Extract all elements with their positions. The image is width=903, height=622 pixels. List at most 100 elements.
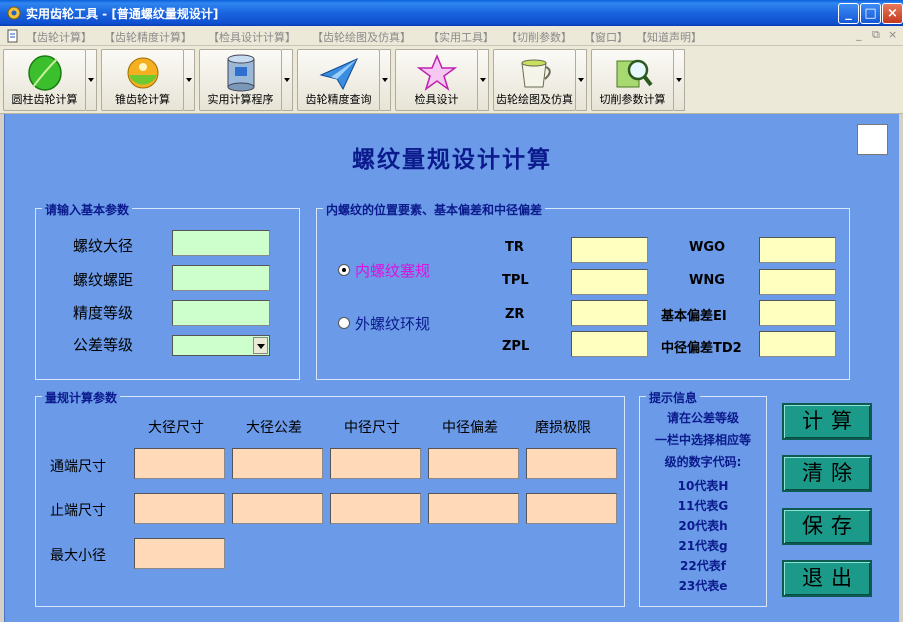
toolbar-dropdown-1[interactable] [86, 49, 97, 111]
toolbar-spur-gear-button[interactable]: 圆柱齿轮计算 [3, 49, 86, 111]
gauge-params-legend: 量规计算参数 [42, 389, 121, 406]
close-button[interactable]: × [882, 3, 903, 24]
save-button[interactable]: 保存 [782, 508, 872, 545]
app-icon [7, 6, 21, 20]
hint-line-5: 11代表G [677, 499, 729, 513]
minimize-button[interactable]: _ [838, 3, 859, 24]
tpl-input[interactable] [571, 269, 648, 295]
nogo-major-diameter-input[interactable] [134, 493, 225, 524]
wng-label: WNG [689, 273, 725, 288]
page-title: 螺纹量规设计计算 [352, 146, 552, 173]
toolbar-dropdown-2[interactable] [184, 49, 195, 111]
tpl-label: TPL [502, 273, 529, 288]
toolbar-cutting-params-button[interactable]: 切削参数计算 [591, 49, 674, 111]
menu-gear-calc[interactable]: 【齿轮计算】 [26, 29, 92, 45]
col-wear-limit: 磨损极限 [535, 420, 591, 436]
wgo-input[interactable] [759, 237, 836, 263]
toolbar-dropdown-3[interactable] [282, 49, 293, 111]
database-icon [227, 54, 254, 92]
ring-gauge-radio[interactable] [338, 317, 350, 329]
document-icon[interactable] [6, 29, 20, 43]
thread-pitch-label: 螺纹螺距 [73, 271, 134, 289]
menu-window[interactable]: 【窗口】 [584, 29, 628, 45]
toolbar-gear-precision-button[interactable]: 齿轮精度查询 [297, 49, 380, 111]
menu-cutting[interactable]: 【切削参数】 [506, 29, 572, 45]
toolbar-dropdown-7[interactable] [674, 49, 685, 111]
nogo-pitch-deviation-input[interactable] [428, 493, 519, 524]
zpl-label: ZPL [502, 339, 530, 354]
nogo-major-tolerance-input[interactable] [232, 493, 323, 524]
clear-button[interactable]: 清除 [782, 455, 872, 492]
go-major-diameter-input[interactable] [134, 448, 225, 479]
toolbar-calc-program-button[interactable]: 实用计算程序 [199, 49, 282, 111]
pitch-deviation-td2-input[interactable] [759, 331, 836, 357]
col-major-diameter: 大径尺寸 [148, 420, 204, 436]
hint-line-6: 20代表h [678, 519, 728, 533]
toolbar-bevel-gear-button[interactable]: 锥齿轮计算 [101, 49, 184, 111]
tr-label: TR [505, 240, 524, 255]
precision-grade-label: 精度等级 [73, 304, 134, 322]
plug-gauge-label[interactable]: 内螺纹塞规 [355, 260, 430, 281]
lime-icon [127, 57, 158, 89]
max-minor-diameter-input[interactable] [134, 538, 225, 569]
thread-major-diameter-label: 螺纹大径 [73, 237, 134, 255]
menu-gear-precision[interactable]: 【齿轮精度计算】 [104, 29, 192, 45]
precision-grade-input[interactable] [172, 300, 270, 326]
maximize-button[interactable]: □ [860, 3, 881, 24]
mdi-restore-button[interactable]: ⧉ [872, 28, 880, 42]
internal-thread-legend: 内螺纹的位置要素、基本偏差和中径偏差 [323, 201, 546, 218]
toolbar-gear-drawing-button[interactable]: 齿轮绘图及仿真 [493, 49, 576, 111]
hint-line-9: 23代表e [678, 579, 728, 593]
basic-params-legend: 请输入基本参数 [42, 201, 133, 218]
hint-line-7: 21代表g [678, 539, 728, 553]
go-pitch-diameter-input[interactable] [330, 448, 421, 479]
thread-major-diameter-input[interactable] [172, 230, 270, 256]
mdi-close-button[interactable]: × [888, 28, 897, 41]
hint-legend: 提示信息 [646, 389, 701, 406]
go-wear-limit-input[interactable] [526, 448, 617, 479]
calculate-button[interactable]: 计算 [782, 403, 872, 440]
wgo-label: WGO [689, 240, 726, 255]
toolbar-dropdown-5[interactable] [478, 49, 489, 111]
tolerance-grade-label: 公差等级 [73, 336, 134, 354]
row-go-size-label: 通端尺寸 [50, 459, 106, 475]
wng-input[interactable] [759, 269, 836, 295]
image-placeholder [857, 124, 888, 155]
title-bar[interactable]: 实用齿轮工具 - [普通螺纹量规设计] _ □ × [0, 0, 903, 26]
mdi-minimize-button[interactable]: _ [856, 28, 862, 41]
go-pitch-deviation-input[interactable] [428, 448, 519, 479]
star-icon [416, 54, 457, 91]
hint-line-4: 10代表H [677, 479, 729, 493]
row-nogo-size-label: 止端尺寸 [50, 503, 106, 519]
thread-pitch-input[interactable] [172, 265, 270, 291]
zpl-input[interactable] [571, 331, 648, 357]
toolbar-dropdown-6[interactable] [576, 49, 587, 111]
menu-bar: 【齿轮计算】 【齿轮精度计算】 【检具设计计算】 【齿轮绘图及仿真】 【实用工具… [0, 26, 903, 46]
tolerance-grade-select[interactable] [172, 335, 270, 356]
menu-notice[interactable]: 【知道声明】 [636, 29, 702, 45]
nogo-pitch-diameter-input[interactable] [330, 493, 421, 524]
toolbar-gauge-design-button[interactable]: 检具设计 [395, 49, 478, 111]
exit-button[interactable]: 退出 [782, 560, 872, 597]
paper-plane-icon [318, 58, 358, 91]
zr-label: ZR [505, 307, 525, 322]
tr-input[interactable] [571, 237, 648, 263]
col-pitch-deviation: 中径偏差 [442, 420, 498, 436]
col-major-tolerance: 大径公差 [246, 420, 302, 436]
menu-gauge-design[interactable]: 【检具设计计算】 [208, 29, 296, 45]
ring-gauge-label[interactable]: 外螺纹环规 [355, 313, 430, 334]
nogo-wear-limit-input[interactable] [526, 493, 617, 524]
col-pitch-diameter: 中径尺寸 [344, 420, 400, 436]
zr-input[interactable] [571, 300, 648, 326]
go-major-tolerance-input[interactable] [232, 448, 323, 479]
menu-tools[interactable]: 【实用工具】 [428, 29, 494, 45]
basic-deviation-ei-input[interactable] [759, 300, 836, 326]
hint-line-3: 级的数字代码: [664, 455, 742, 469]
main-panel: 螺纹量规设计计算 请输入基本参数 螺纹大径 螺纹螺距 精度等级 公差等级 内螺纹… [4, 114, 899, 622]
toolbar-dropdown-4[interactable] [380, 49, 391, 111]
magnifier-book-icon [616, 59, 653, 88]
menu-gear-drawing[interactable]: 【齿轮绘图及仿真】 [312, 29, 411, 45]
hint-line-8: 22代表f [680, 559, 726, 573]
chevron-down-icon[interactable] [253, 337, 268, 354]
plug-gauge-radio[interactable] [338, 264, 350, 276]
